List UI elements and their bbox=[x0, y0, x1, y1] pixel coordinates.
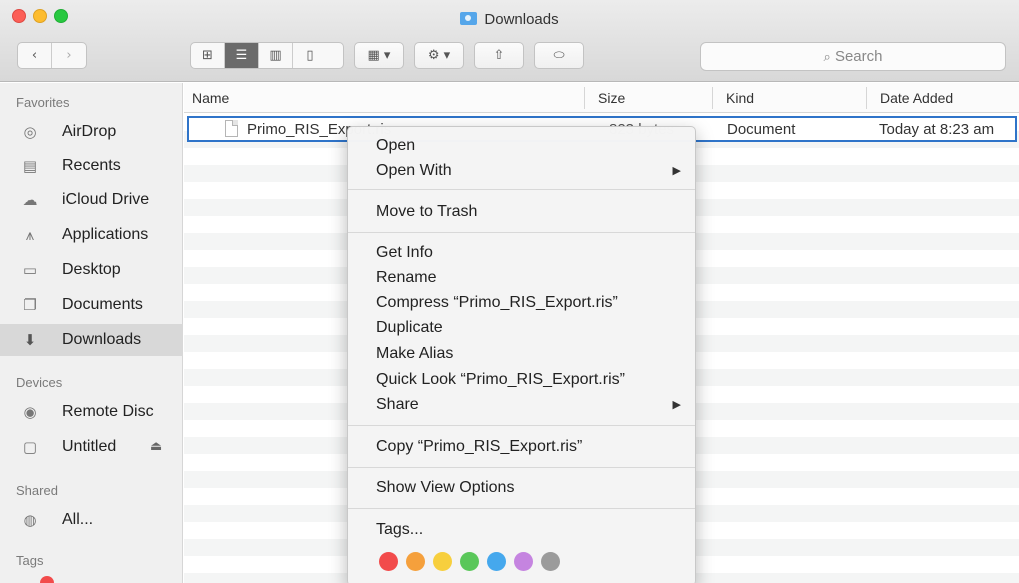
name-column-header[interactable]: Name bbox=[192, 90, 229, 106]
sidebar-item-untitled[interactable]: ▢ Untitled ⏏ bbox=[0, 431, 183, 463]
tag-icon: ⬭ bbox=[553, 48, 565, 63]
downloads-icon: ⬇ bbox=[23, 331, 37, 349]
menu-item-open[interactable]: Open bbox=[348, 133, 695, 158]
cloud-icon: ☁ bbox=[22, 191, 38, 209]
desktop-icon: ▭ bbox=[22, 261, 38, 279]
applications-icon: ⩚ bbox=[25, 226, 35, 244]
orange-tag-button[interactable] bbox=[406, 552, 425, 571]
sidebar: Favorites ◎ AirDrop ▤ Recents ☁ iCloud Driv… bbox=[0, 83, 183, 583]
menu-divider bbox=[348, 425, 695, 426]
menu-item-get-info[interactable]: Get Info bbox=[348, 240, 695, 265]
airdrop-icon: ◎ bbox=[23, 123, 37, 141]
menu-divider bbox=[348, 232, 695, 233]
recents-icon: ▤ bbox=[22, 157, 38, 175]
size-column-header[interactable]: Size bbox=[598, 90, 625, 106]
date-added-column-header[interactable]: Date Added bbox=[880, 90, 953, 106]
tags-heading: Tags bbox=[16, 553, 44, 568]
share-button[interactable]: ⇧ bbox=[474, 42, 524, 69]
disc-icon: ◉ bbox=[23, 403, 37, 421]
favorites-heading: Favorites bbox=[16, 95, 70, 110]
menu-item-duplicate[interactable]: Duplicate bbox=[348, 315, 695, 340]
documents-icon: ❐ bbox=[23, 296, 37, 314]
submenu-arrow-icon: ▶ bbox=[672, 398, 681, 411]
column-divider[interactable] bbox=[584, 87, 585, 109]
group-icon: ▦ ▾ bbox=[367, 48, 391, 63]
green-tag-button[interactable] bbox=[460, 552, 479, 571]
yellow-tag-button[interactable] bbox=[433, 552, 452, 571]
blue-tag-button[interactable] bbox=[487, 552, 506, 571]
file-kind: Document bbox=[727, 121, 796, 138]
sidebar-item-all-shared[interactable]: ◍ All... bbox=[0, 504, 183, 536]
view-mode-control: ⊞ ☰ ▥ ▯ bbox=[190, 42, 344, 69]
file-date-added: Today at 8:23 am bbox=[879, 121, 995, 138]
sidebar-item-applications[interactable]: ⩚ Applications bbox=[0, 219, 183, 251]
menu-item-tags[interactable]: Tags... bbox=[348, 517, 695, 542]
devices-heading: Devices bbox=[16, 375, 63, 390]
sidebar-item-airdrop[interactable]: ◎ AirDrop bbox=[0, 116, 183, 148]
icon-view-button[interactable]: ⊞ bbox=[191, 43, 225, 68]
back-forward-control: ‹ › bbox=[17, 42, 87, 69]
column-header: Name Size Kind Date Added bbox=[184, 83, 1019, 113]
context-menu: Open Open With ▶ Move to Trash Get Info R… bbox=[347, 126, 696, 583]
menu-item-quick-look[interactable]: Quick Look “Primo_RIS_Export.ris” bbox=[348, 367, 695, 392]
red-tag-button[interactable] bbox=[379, 552, 398, 571]
toolbar: Downloads ‹ › ⊞ ☰ ▥ ▯ ▦ ▾ ⚙ ▾ ⇧ ⬭ ⌕ Sear… bbox=[0, 0, 1019, 82]
menu-item-open-with[interactable]: Open With ▶ bbox=[348, 158, 695, 183]
menu-item-rename[interactable]: Rename bbox=[348, 265, 695, 290]
shared-heading: Shared bbox=[16, 483, 58, 498]
gear-icon: ⚙ ▾ bbox=[427, 48, 451, 63]
forward-button[interactable]: › bbox=[52, 43, 86, 68]
tag-color-picker bbox=[379, 552, 560, 574]
menu-item-move-to-trash[interactable]: Move to Trash bbox=[348, 199, 695, 224]
menu-item-copy[interactable]: Copy “Primo_RIS_Export.ris” bbox=[348, 434, 695, 459]
sidebar-item-recents[interactable]: ▤ Recents bbox=[0, 150, 183, 182]
menu-divider bbox=[348, 467, 695, 468]
sidebar-item-documents[interactable]: ❐ Documents bbox=[0, 289, 183, 321]
menu-item-compress[interactable]: Compress “Primo_RIS_Export.ris” bbox=[348, 290, 695, 315]
action-button[interactable]: ⚙ ▾ bbox=[414, 42, 464, 69]
sidebar-item-remote-disc[interactable]: ◉ Remote Disc bbox=[0, 396, 183, 428]
eject-icon[interactable]: ⏏ bbox=[150, 431, 162, 463]
column-divider[interactable] bbox=[712, 87, 713, 109]
sidebar-item-downloads[interactable]: ⬇ Downloads bbox=[0, 324, 183, 356]
purple-tag-button[interactable] bbox=[514, 552, 533, 571]
menu-divider bbox=[348, 189, 695, 190]
sidebar-item-icloud-drive[interactable]: ☁ iCloud Drive bbox=[0, 184, 183, 216]
red-tag-icon[interactable] bbox=[40, 576, 54, 583]
downloads-folder-icon bbox=[460, 12, 478, 25]
network-icon: ◍ bbox=[23, 511, 37, 529]
search-field[interactable]: ⌕ Search bbox=[700, 42, 1006, 71]
window-title: Downloads bbox=[0, 11, 1019, 28]
drive-icon: ▢ bbox=[22, 438, 38, 456]
gray-tag-button[interactable] bbox=[541, 552, 560, 571]
list-view-button[interactable]: ☰ bbox=[225, 43, 259, 68]
menu-item-show-view-options[interactable]: Show View Options bbox=[348, 475, 695, 500]
column-view-button[interactable]: ▥ bbox=[259, 43, 293, 68]
menu-divider bbox=[348, 508, 695, 509]
group-by-button[interactable]: ▦ ▾ bbox=[354, 42, 404, 69]
cover-flow-button[interactable]: ▯ bbox=[293, 43, 327, 68]
menu-item-make-alias[interactable]: Make Alias bbox=[348, 341, 695, 366]
menu-item-share[interactable]: Share ▶ bbox=[348, 392, 695, 417]
back-button[interactable]: ‹ bbox=[18, 43, 52, 68]
edit-tags-button[interactable]: ⬭ bbox=[534, 42, 584, 69]
search-icon: ⌕ bbox=[823, 50, 831, 65]
sidebar-item-desktop[interactable]: ▭ Desktop bbox=[0, 254, 183, 286]
column-divider[interactable] bbox=[866, 87, 867, 109]
document-icon bbox=[225, 120, 238, 137]
kind-column-header[interactable]: Kind bbox=[726, 90, 754, 106]
submenu-arrow-icon: ▶ bbox=[672, 164, 681, 177]
share-icon: ⇧ bbox=[493, 48, 505, 63]
